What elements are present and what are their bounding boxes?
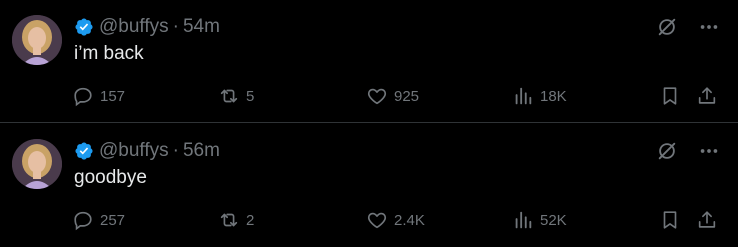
tweet-text: i’m back	[74, 43, 144, 64]
tweet-divider	[0, 122, 738, 123]
tweet-text: goodbye	[74, 167, 147, 188]
views-button[interactable]: 18K	[512, 82, 567, 110]
tweet-top-icons	[656, 140, 720, 162]
tweet-handle[interactable]: @buffys	[99, 16, 169, 38]
separator-dot: ·	[172, 140, 179, 161]
like-count: 925	[394, 87, 420, 105]
tweet[interactable]: @buffys · 56m goodbye 257 2 2.4K 52K	[0, 124, 738, 246]
repost-count: 5	[246, 87, 255, 105]
share-icon	[696, 85, 718, 107]
heart-icon	[366, 85, 388, 107]
share-icon	[696, 209, 718, 231]
avatar[interactable]	[12, 15, 62, 65]
reply-button[interactable]: 257	[72, 206, 125, 234]
avatar[interactable]	[12, 139, 62, 189]
tweet-actions: 257 2 2.4K 52K	[72, 206, 722, 234]
repost-button[interactable]: 2	[218, 206, 254, 234]
repost-count: 2	[246, 211, 255, 229]
tweet-feed: @buffys · 54m i’m back 157 5 925 18K @bu…	[0, 0, 738, 247]
views-count: 18K	[540, 87, 567, 105]
tweet-header: @buffys · 56m	[74, 138, 220, 164]
views-button[interactable]: 52K	[512, 206, 567, 234]
bookmark-button[interactable]	[659, 206, 681, 234]
bookmark-icon	[659, 85, 681, 107]
reply-count: 157	[100, 87, 126, 105]
share-button[interactable]	[696, 82, 718, 110]
heart-icon	[366, 209, 388, 231]
views-icon	[512, 209, 534, 231]
tweet-top-icons	[656, 16, 720, 38]
bookmark-button[interactable]	[659, 82, 681, 110]
repost-button[interactable]: 5	[218, 82, 254, 110]
more-icon[interactable]	[698, 16, 720, 38]
tweet[interactable]: @buffys · 54m i’m back 157 5 925 18K	[0, 0, 738, 122]
grok-icon[interactable]	[656, 16, 678, 38]
reply-count: 257	[100, 211, 126, 229]
reply-icon	[72, 85, 94, 107]
repost-icon	[218, 85, 240, 107]
tweet-handle[interactable]: @buffys	[99, 140, 169, 162]
tweet-actions: 157 5 925 18K	[72, 82, 722, 110]
grok-icon[interactable]	[656, 140, 678, 162]
separator-dot: ·	[172, 16, 179, 37]
tweet-time[interactable]: 56m	[183, 140, 220, 162]
bookmark-icon	[659, 209, 681, 231]
repost-icon	[218, 209, 240, 231]
like-count: 2.4K	[394, 211, 425, 229]
like-button[interactable]: 925	[366, 82, 419, 110]
more-icon[interactable]	[698, 140, 720, 162]
tweet-time[interactable]: 54m	[183, 16, 220, 38]
like-button[interactable]: 2.4K	[366, 206, 425, 234]
share-button[interactable]	[696, 206, 718, 234]
reply-button[interactable]: 157	[72, 82, 125, 110]
verified-badge-icon	[74, 141, 94, 161]
tweet-header: @buffys · 54m	[74, 14, 220, 40]
reply-icon	[72, 209, 94, 231]
views-icon	[512, 85, 534, 107]
verified-badge-icon	[74, 17, 94, 37]
views-count: 52K	[540, 211, 567, 229]
